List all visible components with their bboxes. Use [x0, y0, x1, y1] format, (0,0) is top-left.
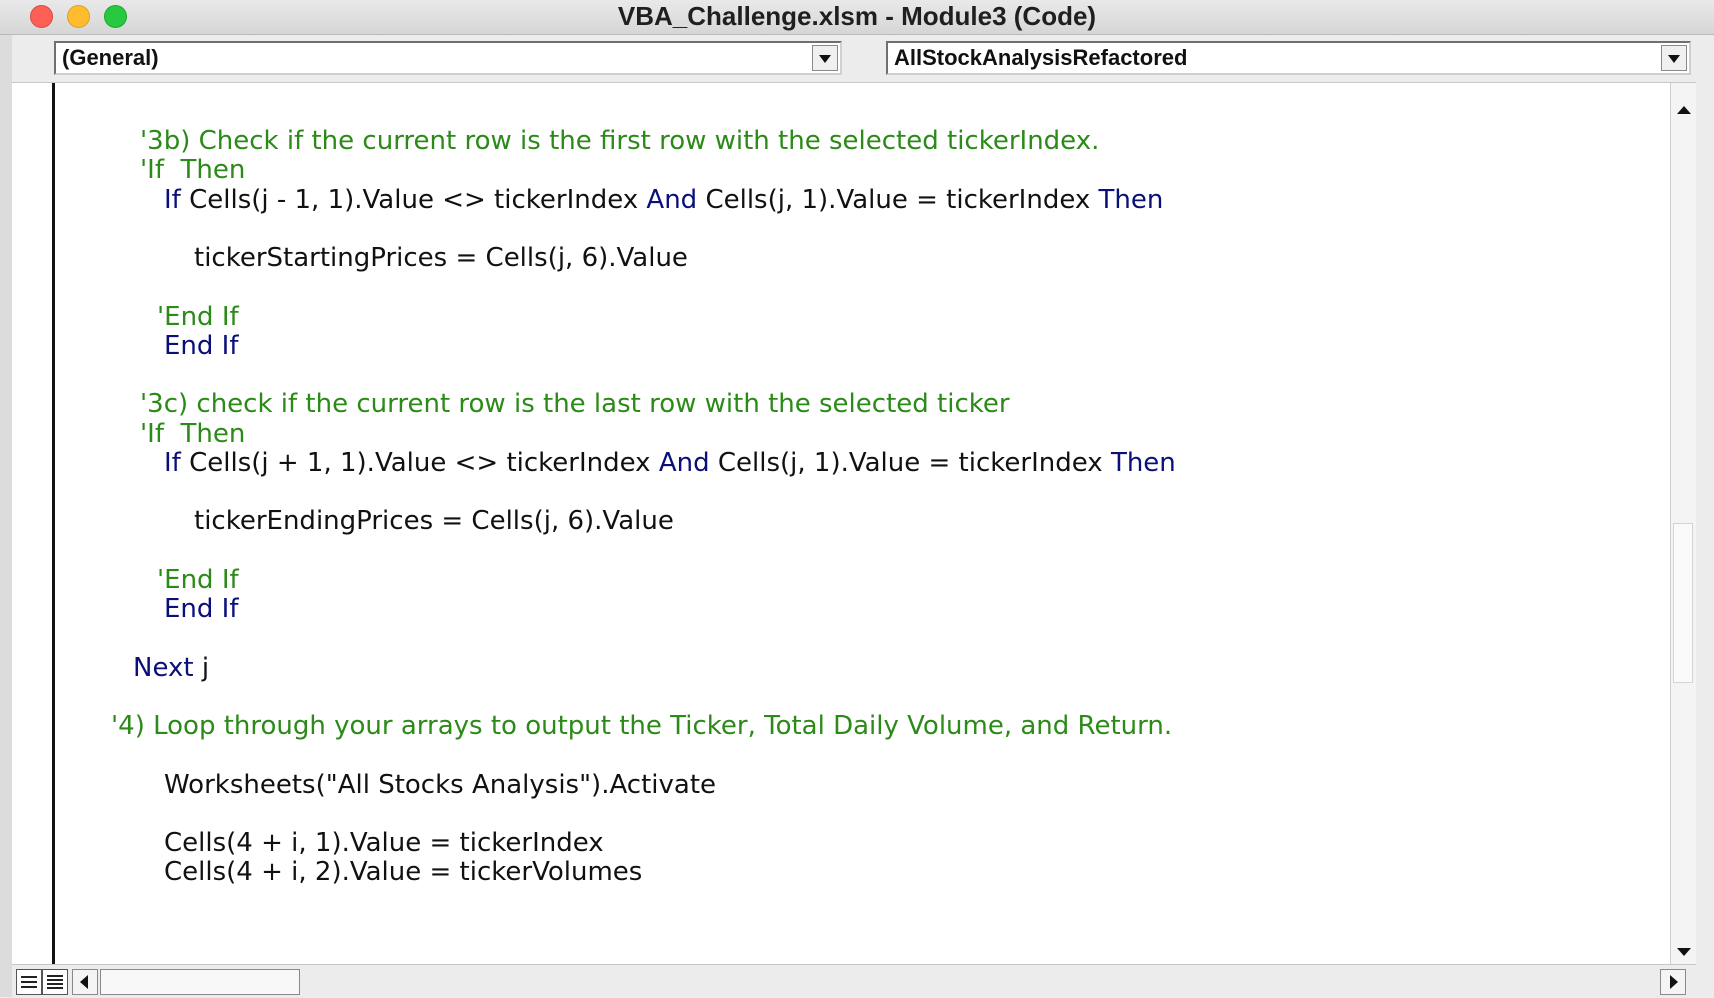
object-selector[interactable]: (General): [54, 41, 842, 75]
code-line[interactable]: '3c) check if the current row is the las…: [140, 388, 1010, 420]
code-line[interactable]: End If: [164, 330, 239, 362]
code-line[interactable]: If Cells(j + 1, 1).Value <> tickerIndex …: [164, 447, 1176, 479]
procedure-view-button[interactable]: [16, 969, 42, 995]
code-text: Cells(j, 1).Value = tickerIndex: [697, 185, 1099, 215]
procedure-dropdown-arrow-icon[interactable]: [1661, 45, 1687, 71]
code-text: Cells(j + 1, 1).Value <> tickerIndex: [180, 448, 659, 478]
code-line[interactable]: tickerEndingPrices = Cells(j, 6).Value: [194, 505, 674, 537]
code-comment: 'If Then: [140, 419, 246, 449]
code-line[interactable]: '4) Loop through your arrays to output t…: [111, 710, 1172, 742]
code-text: j: [193, 653, 210, 683]
window-left-edge: [0, 34, 12, 997]
scroll-up-arrow-icon[interactable]: [1671, 98, 1696, 123]
scroll-left-arrow-icon[interactable]: [72, 969, 98, 995]
code-text: Cells(4 + i, 1).Value = tickerIndex: [164, 828, 604, 858]
code-text: Worksheets("All Stocks Analysis").Activa…: [164, 770, 717, 800]
code-text: Cells(j, 1).Value = tickerIndex: [709, 448, 1111, 478]
code-keyword: End If: [164, 594, 239, 624]
bottom-bar: [12, 964, 1696, 998]
object-dropdown-arrow-icon[interactable]: [812, 45, 838, 71]
code-comment: 'End If: [157, 565, 239, 595]
title-bar: VBA_Challenge.xlsm - Module3 (Code): [0, 0, 1714, 35]
code-comment: 'End If: [157, 302, 239, 332]
vertical-scrollbar[interactable]: [1670, 83, 1696, 965]
vba-editor-window: VBA_Challenge.xlsm - Module3 (Code) (Gen…: [0, 0, 1714, 998]
code-text: Cells(4 + i, 2).Value = tickerVolumes: [164, 857, 643, 887]
code-line[interactable]: Cells(4 + i, 1).Value = tickerIndex: [164, 827, 604, 859]
code-keyword: And: [646, 185, 698, 215]
code-keyword: Next: [133, 653, 194, 683]
code-line[interactable]: Cells(4 + i, 2).Value = tickerVolumes: [164, 856, 642, 888]
code-line[interactable]: 'End If: [157, 564, 239, 596]
code-line[interactable]: Worksheets("All Stocks Analysis").Activa…: [164, 769, 716, 801]
code-line[interactable]: Next j: [133, 652, 209, 684]
code-keyword: Then: [1110, 448, 1176, 478]
code-text: Cells(j - 1, 1).Value <> tickerIndex: [180, 185, 647, 215]
code-line[interactable]: tickerStartingPrices = Cells(j, 6).Value: [194, 242, 688, 274]
window-title: VBA_Challenge.xlsm - Module3 (Code): [617, 1, 1097, 31]
vertical-scroll-thumb[interactable]: [1673, 523, 1693, 683]
code-editor[interactable]: '3b) Check if the current row is the fir…: [12, 82, 1696, 965]
code-line[interactable]: If Cells(j - 1, 1).Value <> tickerIndex …: [164, 184, 1163, 216]
procedure-selector-value: AllStockAnalysisRefactored: [894, 45, 1188, 70]
code-line[interactable]: 'If Then: [140, 154, 245, 186]
code-comment: '4) Loop through your arrays to output t…: [111, 711, 1173, 741]
object-selector-value: (General): [62, 45, 159, 70]
code-keyword: If: [164, 448, 181, 478]
code-comment: '3b) Check if the current row is the fir…: [140, 126, 1100, 156]
scroll-right-arrow-icon[interactable]: [1660, 969, 1686, 995]
code-line[interactable]: 'If Then: [140, 418, 245, 450]
margin-indicator-bar: [52, 83, 55, 965]
code-line[interactable]: End If: [164, 593, 239, 625]
code-keyword: End If: [164, 331, 239, 361]
code-keyword: Then: [1098, 185, 1164, 215]
horizontal-scroll-thumb[interactable]: [100, 969, 300, 995]
code-keyword: And: [658, 448, 710, 478]
code-line[interactable]: 'End If: [157, 301, 239, 333]
code-keyword: If: [164, 185, 181, 215]
scroll-down-arrow-icon[interactable]: [1671, 940, 1696, 965]
code-line[interactable]: '3b) Check if the current row is the fir…: [140, 125, 1099, 157]
code-text: tickerEndingPrices = Cells(j, 6).Value: [194, 506, 674, 536]
procedure-selector[interactable]: AllStockAnalysisRefactored: [886, 41, 1691, 75]
code-comment: '3c) check if the current row is the las…: [140, 389, 1010, 419]
code-text: tickerStartingPrices = Cells(j, 6).Value: [194, 243, 688, 273]
full-module-view-button[interactable]: [42, 969, 68, 995]
code-comment: 'If Then: [140, 155, 246, 185]
